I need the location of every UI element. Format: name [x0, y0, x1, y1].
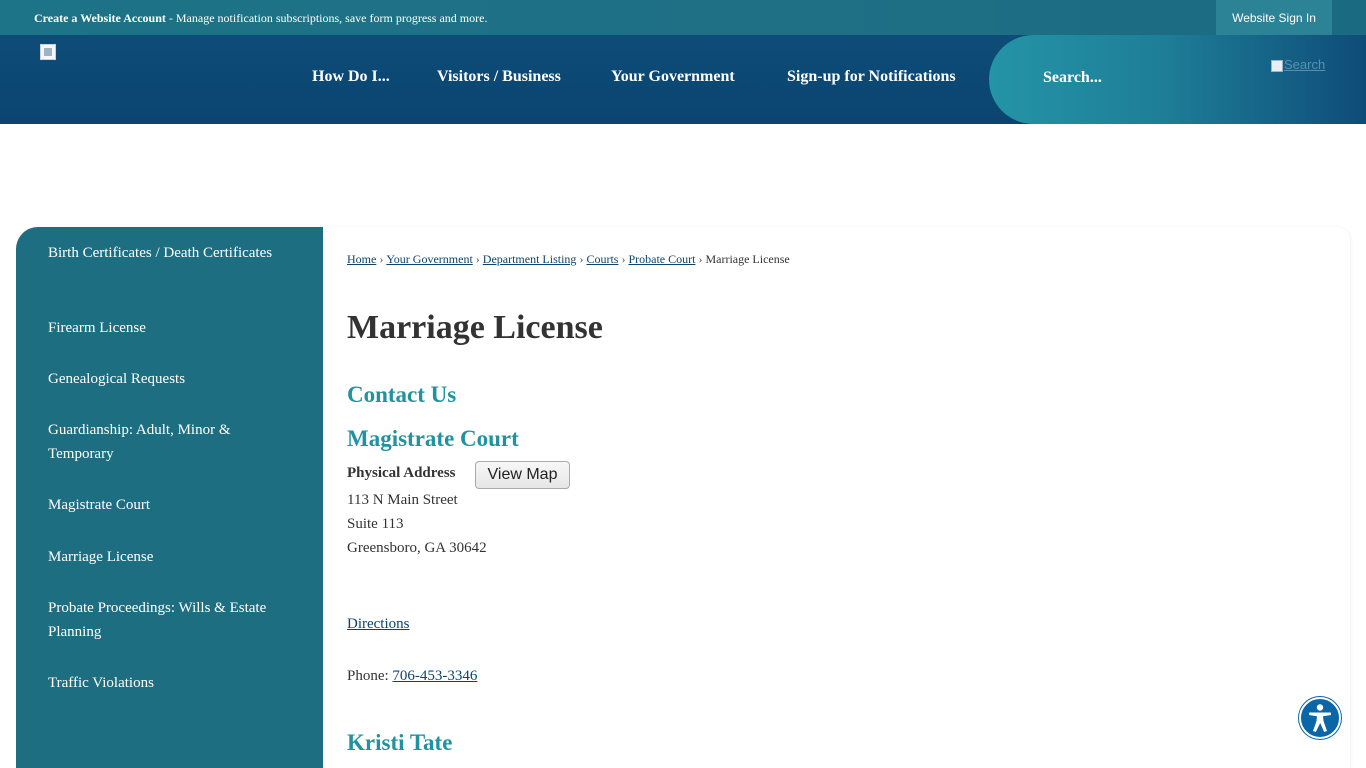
search-input[interactable]: Search... [1043, 69, 1102, 87]
sidebar-item-magistrate-court[interactable]: Magistrate Court [48, 493, 278, 517]
nav-how-do-i[interactable]: How Do I... [312, 68, 390, 86]
directions-link[interactable]: Directions [347, 616, 409, 633]
search-button-alt-text: Search [1284, 57, 1326, 72]
contact-us-heading: Contact Us [347, 382, 457, 407]
breadcrumb: Home › Your Government › Department Listing ›… [347, 252, 790, 267]
nav-sign-up-notifications[interactable]: Sign-up for Notifications [787, 68, 956, 86]
breadcrumb-separator: › [698, 252, 703, 266]
breadcrumb-separator: › [379, 252, 384, 266]
utility-bar: Create a Website Account - Manage notifi… [0, 0, 1366, 35]
sidebar-item-guardianship[interactable]: Guardianship: Adult, Minor & Temporary [48, 418, 278, 466]
sidebar-item-birth-death-certificates[interactable]: Birth Certificates / Death Certificates [48, 241, 278, 265]
create-account-link[interactable]: Create a Website Account [34, 11, 166, 25]
breadcrumb-your-government[interactable]: Your Government [386, 252, 472, 266]
address-line-1: 113 N Main Street [347, 492, 458, 508]
address-line-3: Greensboro, GA 30642 [347, 540, 487, 556]
account-banner-description: - Manage notification subscriptions, sav… [165, 11, 488, 25]
contact-org-heading: Magistrate Court [347, 426, 519, 451]
nav-visitors-business[interactable]: Visitors / Business [437, 68, 561, 86]
breadcrumb-separator: › [475, 252, 480, 266]
view-map-button[interactable]: View Map [475, 461, 570, 489]
account-banner: Create a Website Account - Manage notifi… [34, 11, 487, 26]
breadcrumb-separator: › [579, 252, 584, 266]
accessibility-person-icon [1309, 704, 1331, 732]
broken-image-icon [1271, 59, 1283, 72]
nav-your-government[interactable]: Your Government [611, 68, 735, 86]
sidebar-item-genealogical-requests[interactable]: Genealogical Requests [48, 367, 278, 391]
search-box[interactable]: Search... Search [989, 35, 1366, 124]
address-line-2: Suite 113 [347, 516, 404, 532]
website-sign-in-button[interactable]: Website Sign In [1216, 0, 1332, 35]
sidebar-item-traffic-violations[interactable]: Traffic Violations [48, 671, 278, 695]
main-content: Home › Your Government › Department Listing ›… [323, 227, 1350, 768]
sidebar-item-probate-proceedings[interactable]: Probate Proceedings: Wills & Estate Plan… [48, 596, 278, 644]
phone-link[interactable]: 706-453-3346 [392, 668, 477, 684]
breadcrumb-probate-court[interactable]: Probate Court [628, 252, 695, 266]
phone-line: Phone: 706-453-3346 [347, 668, 477, 685]
search-button[interactable]: Search [1271, 57, 1331, 75]
site-logo-broken-image-icon[interactable] [40, 44, 56, 60]
sidebar-item-marriage-license[interactable]: Marriage License [48, 545, 278, 569]
breadcrumb-separator: › [621, 252, 626, 266]
sidebar-item-firearm-license[interactable]: Firearm License [48, 316, 278, 340]
physical-address-label: Physical Address [347, 465, 456, 481]
breadcrumb-courts[interactable]: Courts [586, 252, 618, 266]
breadcrumb-home[interactable]: Home [347, 252, 376, 266]
page-title: Marriage License [347, 309, 603, 346]
contact-person-heading: Kristi Tate [347, 730, 453, 755]
breadcrumb-department-listing[interactable]: Department Listing [483, 252, 577, 266]
accessibility-button[interactable] [1299, 697, 1341, 739]
sidebar: Birth Certificates / Death Certificates … [16, 227, 323, 768]
phone-label: Phone: [347, 668, 393, 684]
breadcrumb-current: Marriage License [705, 252, 790, 266]
